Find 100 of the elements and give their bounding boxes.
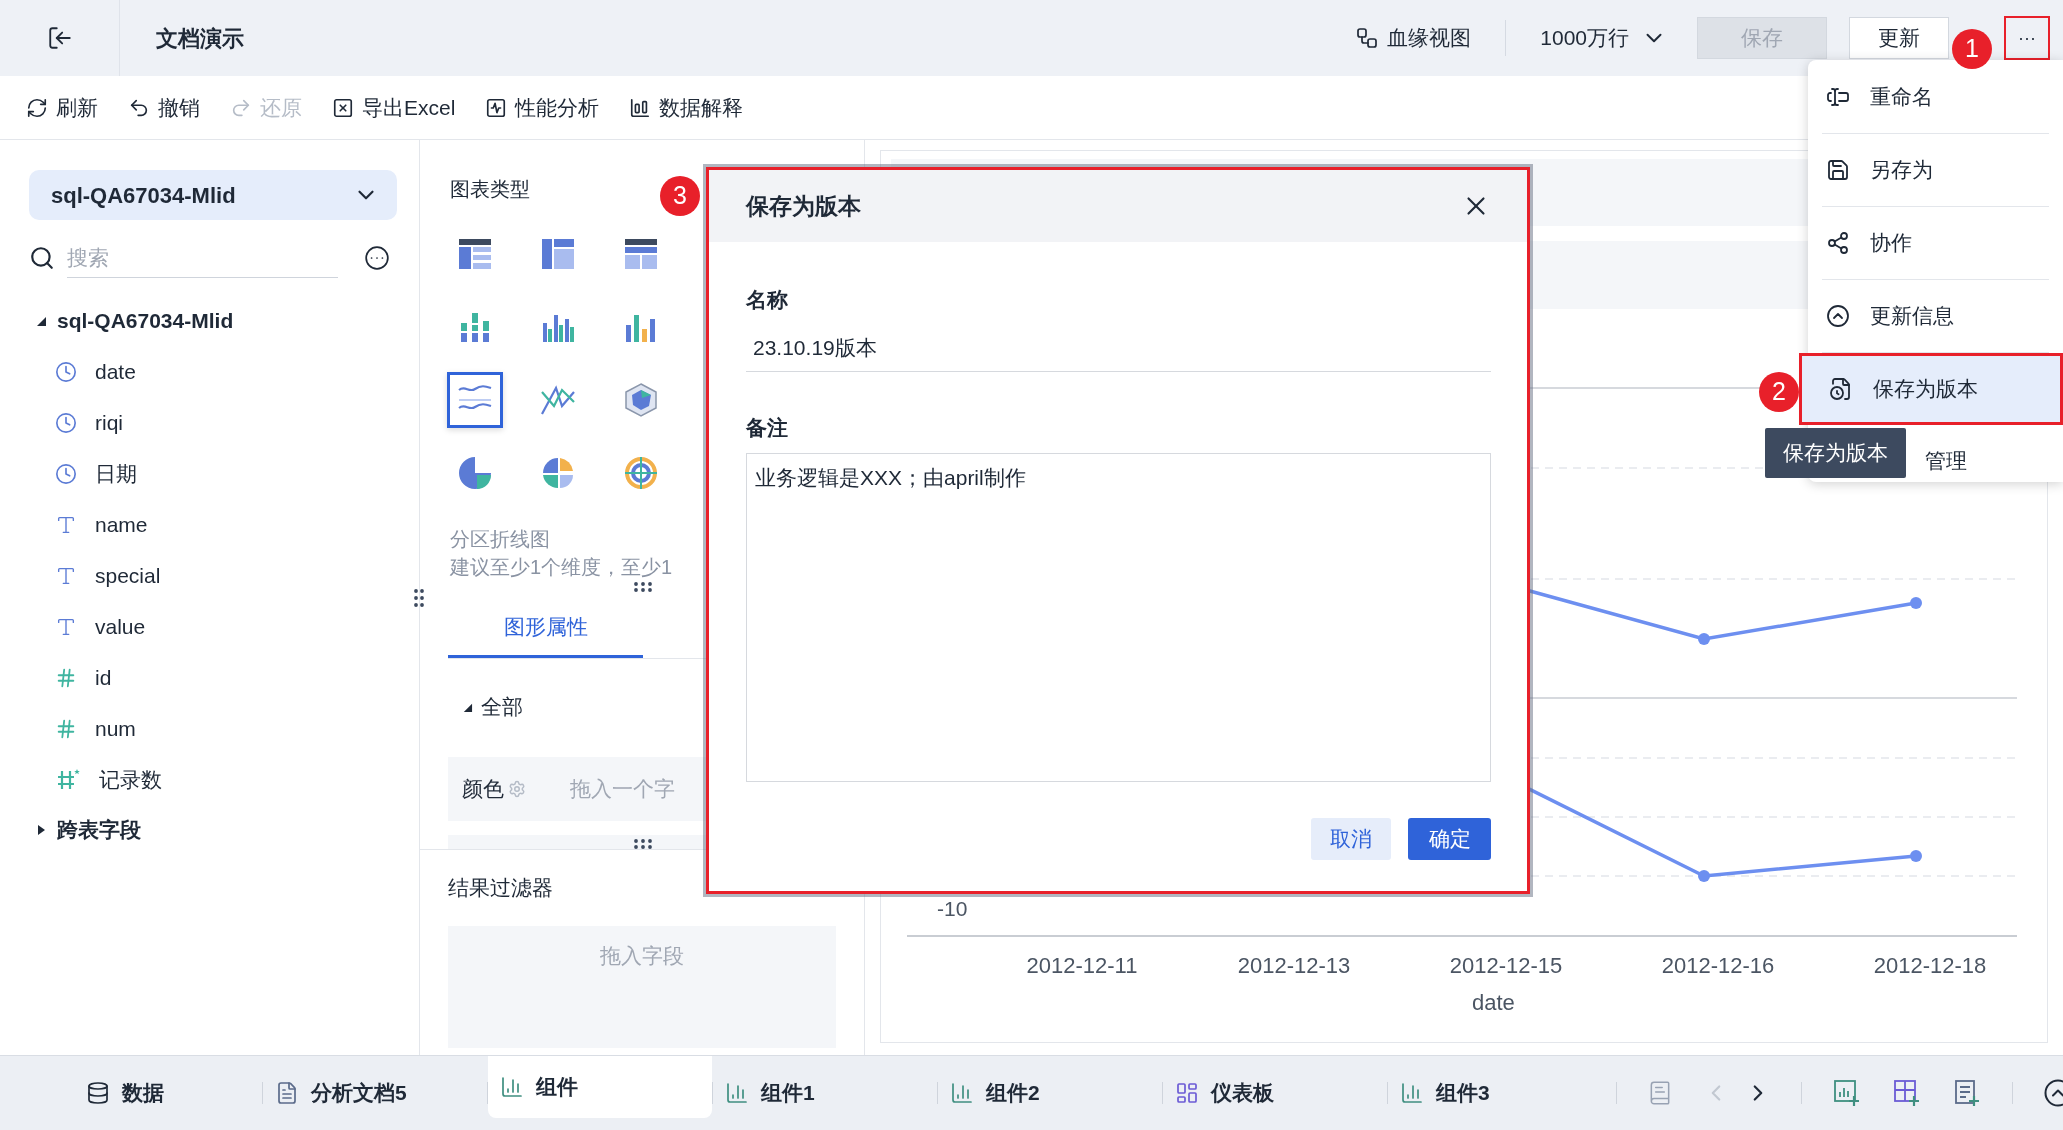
sheet-tab[interactable]: 组件 (488, 1056, 712, 1118)
dashboard-icon (1175, 1081, 1199, 1105)
filter-title: 结果过滤器 (448, 876, 553, 899)
search-field[interactable]: 搜索 (67, 238, 338, 278)
bar-chart-icon (725, 1081, 749, 1105)
more-options-icon[interactable] (364, 244, 390, 272)
save-as-icon (1826, 158, 1850, 182)
data-point (1910, 850, 1922, 862)
toolbar-button[interactable]: 刷新 (26, 91, 98, 124)
cancel-button[interactable]: 取消 (1311, 818, 1391, 860)
bar-chart-icon (950, 1081, 974, 1105)
field-item[interactable]: num (29, 703, 390, 754)
chart-type-option[interactable] (447, 372, 503, 428)
row-limit-select[interactable]: 1000万行 (1532, 22, 1675, 54)
chart-type-name: 分区折线图 (450, 527, 551, 552)
x-axis-title: date (1472, 989, 1515, 1017)
expanded-triangle-icon[interactable] (35, 315, 47, 327)
data-point (1910, 597, 1922, 609)
clock-icon (55, 462, 77, 485)
color-label: 颜色 (462, 776, 504, 803)
menu-item[interactable]: 保存为版本 (1799, 353, 2063, 425)
document-title: 文档演示 (156, 24, 244, 53)
sheet-tab[interactable]: 组件2 (938, 1062, 1162, 1124)
dataset-select[interactable]: sql-QA67034-Mlid (29, 170, 397, 220)
chart-type-hint: 建议至少1个维度，至少1 (450, 555, 674, 580)
field-item[interactable]: 记录数 (29, 754, 390, 805)
expanded-triangle-icon[interactable] (462, 701, 473, 713)
name-label: 名称 (746, 287, 789, 313)
menu-item[interactable]: 协作 (1808, 207, 2063, 279)
update-button[interactable]: 更新 (1849, 17, 1949, 59)
sheet-tab[interactable]: 分析文档5 (263, 1062, 487, 1124)
data-point (1698, 633, 1710, 645)
dialog-title: 保存为版本 (746, 191, 861, 221)
x-axis-label: 2012-12-11 (1026, 952, 1138, 980)
hash-icon (55, 666, 77, 689)
sheet-tab[interactable]: 仪表板 (1163, 1062, 1387, 1124)
hash-icon (55, 717, 77, 740)
clock-icon (55, 411, 77, 434)
x-axis-label: 2012-12-13 (1237, 952, 1351, 980)
activity-icon (485, 96, 508, 119)
x-axis-label: 2012-12-18 (1873, 952, 1987, 980)
confirm-button[interactable]: 确定 (1408, 818, 1491, 860)
pie-chart-icon (457, 455, 493, 491)
drop-placeholder: 拖入一个字 (570, 776, 675, 803)
add-chart-icon[interactable] (1832, 1078, 1862, 1108)
clock-icon (55, 360, 77, 383)
toolbar-button[interactable]: 性能分析 (485, 91, 600, 124)
step-badge: 2 (1759, 372, 1799, 412)
share-icon (1826, 231, 1850, 255)
property-tab[interactable]: 图形属性 (448, 599, 643, 658)
radar-chart-icon (623, 382, 659, 418)
section-title: 图表类型 (450, 178, 530, 200)
menu-item[interactable]: 另存为 (1808, 134, 2063, 206)
collapsed-triangle-icon[interactable] (35, 824, 47, 836)
note-label: 备注 (746, 414, 789, 441)
toolbar-button[interactable]: 数据解释 (629, 91, 744, 124)
field-item[interactable]: 日期 (29, 448, 390, 499)
lineage-icon (1355, 26, 1380, 50)
field-item[interactable]: date (29, 346, 390, 397)
add-dashboard-icon[interactable] (1892, 1078, 1922, 1108)
tree-node-label[interactable]: 跨表字段 (57, 814, 141, 846)
add-document-icon[interactable] (1952, 1078, 1982, 1108)
drop-placeholder: 拖入字段 (600, 942, 684, 969)
document-icon (275, 1081, 299, 1105)
name-field[interactable]: 23.10.19版本 (746, 325, 1491, 372)
note-field[interactable]: 业务逻辑是XXX；由april制作 (746, 453, 1491, 782)
toolbar-button[interactable]: 导出Excel (332, 91, 456, 124)
bar-chart-icon (1400, 1081, 1424, 1105)
field-item[interactable]: riqi (29, 397, 390, 448)
section-label: 全部 (481, 694, 523, 721)
field-item[interactable]: special (29, 550, 390, 601)
bar-chart-icon (500, 1075, 524, 1099)
field-item[interactable]: id (29, 652, 390, 703)
step-badge: 3 (660, 176, 700, 216)
field-item[interactable]: name (29, 499, 390, 550)
data-point (1698, 870, 1710, 882)
sheet-tab[interactable]: 组件1 (713, 1062, 937, 1124)
more-button[interactable]: ··· (2004, 16, 2050, 60)
export-icon (332, 96, 354, 119)
tree-node-label[interactable]: sql-QA67034-Mlid (57, 305, 234, 337)
cross-table-chart-icon (623, 236, 659, 272)
field-item[interactable]: value (29, 601, 390, 652)
bar-chart-icon (629, 96, 652, 119)
sheet-tab[interactable]: 数据 (0, 1062, 262, 1124)
menu-item[interactable]: 更新信息 (1808, 280, 2063, 352)
toolbar-button[interactable]: 撤销 (128, 91, 200, 124)
y-axis-tick: -10 (937, 896, 968, 922)
grouped-table-chart-icon (540, 236, 576, 272)
rename-icon (1826, 85, 1850, 109)
refresh-icon (26, 96, 48, 119)
file-clock-icon (1829, 377, 1853, 401)
sheet-tab[interactable]: 组件3 (1388, 1062, 1612, 1124)
chevron-up-circle-icon (1826, 304, 1850, 328)
tooltip: 保存为版本 (1765, 428, 1906, 478)
lineage-button[interactable]: 血缘视图 (1347, 22, 1480, 54)
x-axis-label: 2012-12-16 (1661, 952, 1775, 980)
ring-chart-icon (623, 455, 659, 491)
database-icon (86, 1081, 110, 1105)
multi-pie-chart-icon (540, 455, 576, 491)
table-chart-icon (457, 236, 493, 272)
